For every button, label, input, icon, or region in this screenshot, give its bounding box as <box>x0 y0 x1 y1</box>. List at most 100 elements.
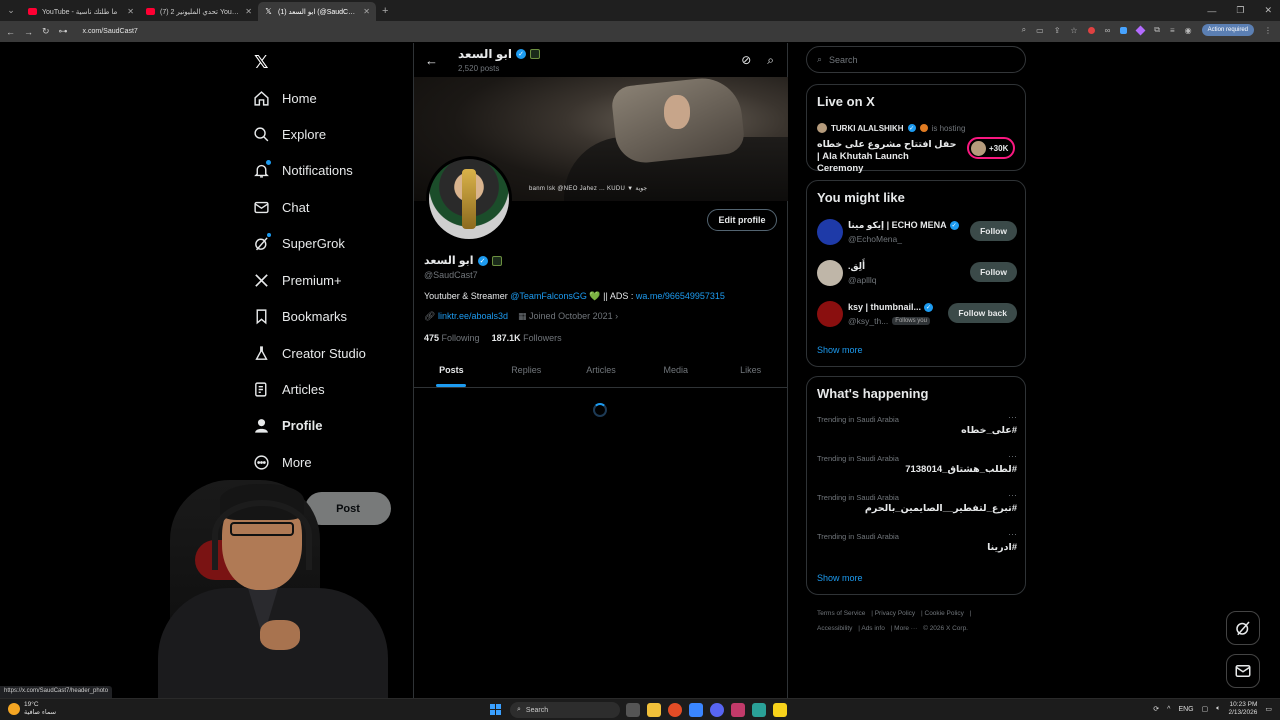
nav-home[interactable]: Home <box>253 90 317 107</box>
trend-item[interactable]: Trending in Saudi Arabia ··· #لطلب_هشتاق… <box>817 451 1017 488</box>
more-dots-icon[interactable]: ··· <box>1008 490 1017 500</box>
extension-blue-icon[interactable] <box>1120 26 1128 34</box>
tab-articles[interactable]: Articles <box>564 353 639 387</box>
edit-profile-button[interactable]: Edit profile <box>707 209 777 231</box>
trend-item[interactable]: Trending in Saudi Arabia ··· #تبرع_لتفطي… <box>817 490 1017 527</box>
footer-more-link[interactable]: More ··· <box>894 625 917 632</box>
weather-widget[interactable]: 19°C سماء صافية <box>8 701 56 717</box>
maximize-icon[interactable]: ❐ <box>1236 5 1244 16</box>
share-icon[interactable]: ⇪ <box>1054 26 1061 35</box>
footer-terms-link[interactable]: Terms of Service <box>817 610 865 617</box>
nav-notifications[interactable]: Notifications <box>253 159 353 179</box>
following-link[interactable]: 475 Following <box>424 333 480 343</box>
language-indicator[interactable]: ENG <box>1178 706 1193 713</box>
browser-tab-1[interactable]: YouTube - ما طلتك ناسية ✕ <box>22 2 140 21</box>
grok-icon[interactable]: ⊘ <box>741 53 751 68</box>
more-dots-icon[interactable]: ··· <box>1008 529 1017 539</box>
tab-replies[interactable]: Replies <box>489 353 564 387</box>
sticky-notes-icon[interactable] <box>773 703 787 717</box>
extension-purple-icon[interactable] <box>1135 25 1146 35</box>
suggested-user[interactable]: .أَلِق @aplllq Follow <box>817 260 1017 290</box>
profile-avatar-icon[interactable]: ◉ <box>1185 26 1192 35</box>
minimize-icon[interactable]: — <box>1207 6 1216 16</box>
back-icon[interactable]: ← <box>6 27 15 37</box>
more-dots-icon[interactable]: ··· <box>1008 451 1017 461</box>
browser-tab-3[interactable]: 𝕏 (1) ابو السعد (@SaudCast7) / X ✕ <box>258 2 376 21</box>
x-logo-icon[interactable]: 𝕏 <box>254 52 269 73</box>
nav-chat[interactable]: Chat <box>253 199 309 216</box>
tab-posts[interactable]: Posts <box>414 353 489 387</box>
url-field[interactable]: x.com/SaudCast7 <box>83 28 138 35</box>
grok-fab-button[interactable] <box>1226 611 1260 645</box>
close-tab-icon[interactable]: ✕ <box>363 7 370 16</box>
trend-item[interactable]: Trending in Saudi Arabia ··· #على_خطاه <box>817 412 1017 449</box>
tab-search-icon[interactable]: ⌄ <box>0 0 22 21</box>
browser-menu-icon[interactable]: ⋮ <box>1264 26 1272 35</box>
forward-icon[interactable]: → <box>24 27 33 37</box>
nav-explore[interactable]: Explore <box>253 126 326 143</box>
notification-center-icon[interactable]: ▭ <box>1265 705 1272 713</box>
tab-likes[interactable]: Likes <box>713 353 788 387</box>
app-icon[interactable] <box>731 703 745 717</box>
tab-media[interactable]: Media <box>638 353 713 387</box>
action-required-button[interactable]: Action required <box>1201 24 1254 36</box>
volume-icon[interactable]: 🔈︎ <box>1216 705 1220 713</box>
footer-cookie-link[interactable]: Cookie Policy <box>925 610 964 617</box>
follow-back-button[interactable]: Follow back <box>948 303 1017 323</box>
bio-mention-link[interactable]: @TeamFalconsGG <box>510 291 587 301</box>
footer-accessibility-link[interactable]: Accessibility <box>817 625 852 632</box>
joined-date[interactable]: ▦ Joined October 2021 › <box>518 311 618 322</box>
search-input[interactable]: ⌕ Search <box>806 46 1026 73</box>
clock[interactable]: 10:23 PM 2/13/2026 <box>1228 701 1257 717</box>
file-explorer-icon[interactable] <box>647 703 661 717</box>
nav-bookmarks[interactable]: Bookmarks <box>253 308 347 325</box>
site-info-icon[interactable]: ⊶ <box>59 26 68 37</box>
follow-button[interactable]: Follow <box>970 262 1017 282</box>
nav-articles[interactable]: Articles <box>253 381 325 398</box>
cast-icon[interactable]: ▭ <box>1036 26 1044 35</box>
nav-supergrok[interactable]: SuperGrok <box>253 233 345 252</box>
trend-item[interactable]: Trending in Saudi Arabia ··· #ادرينا <box>817 529 1017 566</box>
app-icon[interactable] <box>752 703 766 717</box>
network-icon[interactable]: ▢ <box>1202 705 1209 713</box>
zoom-icon[interactable]: ⌕ <box>1022 25 1026 35</box>
browser-tab-2[interactable]: (7) تحدي المليونير 2 YouTube - ✕ <box>140 2 258 21</box>
puzzle-icon[interactable]: ⧉ <box>1154 25 1160 35</box>
close-window-icon[interactable]: ✕ <box>1264 5 1272 16</box>
star-icon[interactable]: ☆ <box>1070 26 1077 35</box>
close-tab-icon[interactable]: ✕ <box>245 7 252 16</box>
suggested-user[interactable]: ksy | thumbnail... ✓ @ksy_th... Follows yo… <box>817 301 1017 331</box>
profile-avatar[interactable] <box>426 156 512 242</box>
reload-icon[interactable]: ↻ <box>42 26 50 37</box>
followers-link[interactable]: 187.1K Followers <box>492 333 562 343</box>
suggested-user[interactable]: إيكو مينا | ECHO MENA ✓ @EchoMena_ Follow <box>817 219 1017 249</box>
footer-privacy-link[interactable]: Privacy Policy <box>875 610 915 617</box>
taskbar-search[interactable]: ⌕ Search <box>510 702 620 718</box>
more-dots-icon[interactable]: ··· <box>1008 412 1017 422</box>
search-icon[interactable]: ⌕ <box>767 53 774 68</box>
nav-more[interactable]: More <box>253 454 312 471</box>
live-event-title[interactable]: حفل افتتاح مشروع على خطاه | Ala Khutah L… <box>817 139 957 175</box>
show-more-link[interactable]: Show more <box>817 345 863 355</box>
affiliate-badge-icon[interactable] <box>491 255 502 266</box>
website-link[interactable]: linktr.ee/aboals3d <box>438 311 508 321</box>
chrome-icon[interactable] <box>668 703 682 717</box>
task-view-icon[interactable] <box>626 703 640 717</box>
nav-profile[interactable]: Profile <box>253 417 322 434</box>
media-icon[interactable]: ≡ <box>1170 26 1175 35</box>
nav-premium[interactable]: Premium+ <box>253 272 342 289</box>
discord-icon[interactable] <box>710 703 724 717</box>
chevron-up-icon[interactable]: ^ <box>1167 706 1170 713</box>
windows-start-icon[interactable] <box>490 704 501 715</box>
new-tab-icon[interactable]: + <box>382 5 388 17</box>
refresh-icon[interactable]: ⟳ <box>1153 705 1159 713</box>
website[interactable]: 🔗︎ linktr.ee/aboals3d <box>424 311 508 322</box>
store-icon[interactable] <box>689 703 703 717</box>
messages-fab-button[interactable] <box>1226 654 1260 688</box>
follow-button[interactable]: Follow <box>970 221 1017 241</box>
nav-creator-studio[interactable]: Creator Studio <box>253 345 366 362</box>
back-arrow-icon[interactable]: ← <box>425 53 438 68</box>
footer-ads-link[interactable]: Ads info <box>861 625 885 632</box>
verified-badge-icon[interactable]: ✓ <box>477 255 488 266</box>
bio-link[interactable]: wa.me/966549957315 <box>636 291 725 301</box>
